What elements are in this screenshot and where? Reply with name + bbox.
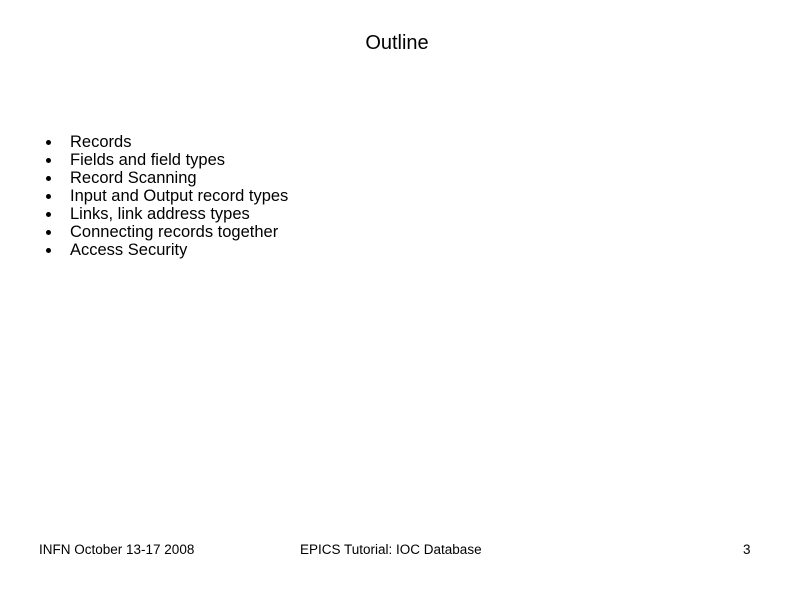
bullet-item: Connecting records together bbox=[46, 223, 288, 241]
bullet-list: Records Fields and field types Record Sc… bbox=[46, 133, 288, 259]
footer-date: INFN October 13-17 2008 bbox=[39, 542, 195, 557]
bullet-item: Links, link address types bbox=[46, 205, 288, 223]
bullet-item: Record Scanning bbox=[46, 169, 288, 187]
page-number: 3 bbox=[743, 542, 751, 557]
bullet-dot-icon bbox=[46, 158, 51, 163]
bullet-dot-icon bbox=[46, 248, 51, 253]
bullet-item: Fields and field types bbox=[46, 151, 288, 169]
bullet-item: Access Security bbox=[46, 241, 288, 259]
bullet-dot-icon bbox=[46, 194, 51, 199]
bullet-dot-icon bbox=[46, 230, 51, 235]
slide-title: Outline bbox=[365, 32, 429, 54]
bullet-dot-icon bbox=[46, 176, 51, 181]
bullet-dot-icon bbox=[46, 140, 51, 145]
bullet-item: Records bbox=[46, 133, 288, 151]
footer-title: EPICS Tutorial: IOC Database bbox=[300, 542, 482, 557]
bullet-item: Input and Output record types bbox=[46, 187, 288, 205]
bullet-dot-icon bbox=[46, 212, 51, 217]
